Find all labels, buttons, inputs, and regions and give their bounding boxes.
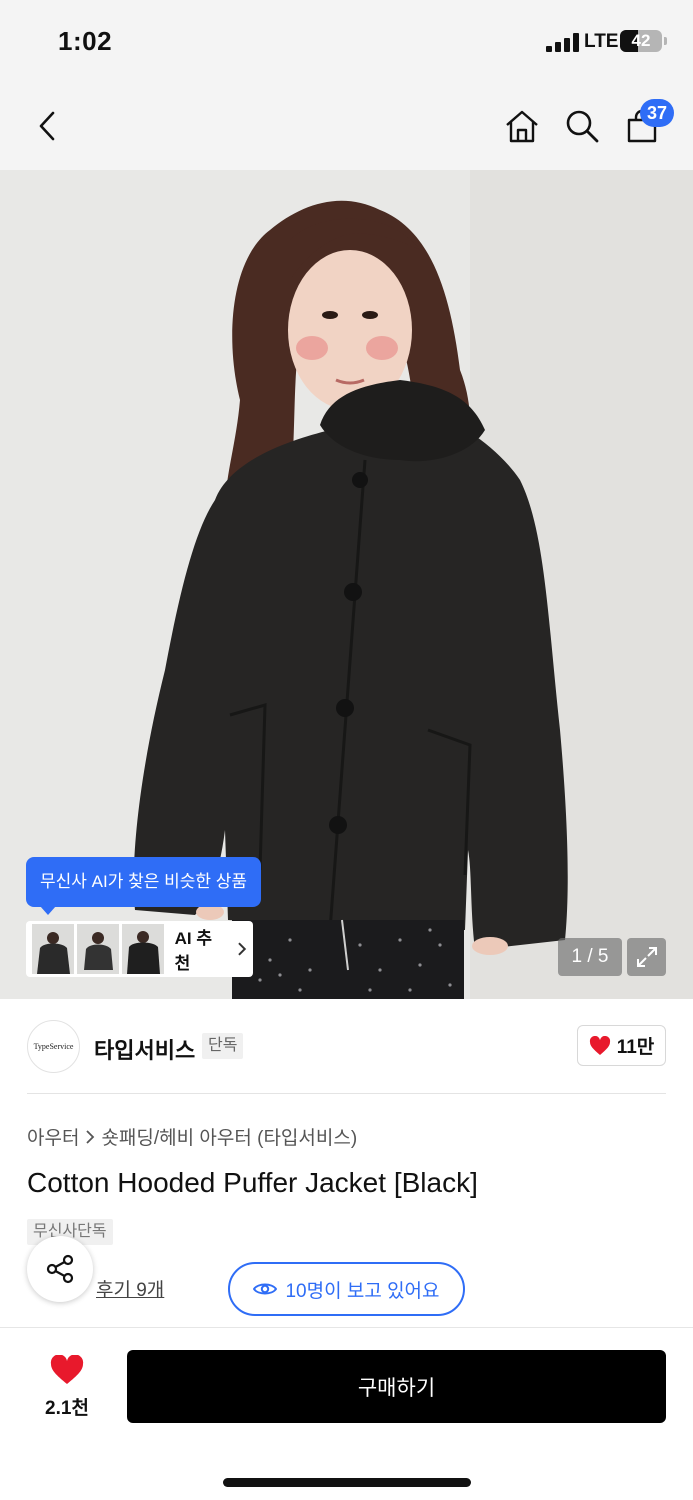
- breadcrumb-category[interactable]: 아우터: [27, 1123, 79, 1150]
- back-icon: [39, 111, 55, 141]
- ai-thumbnail: [32, 924, 74, 974]
- like-button[interactable]: 2.1천: [30, 1352, 104, 1422]
- ai-thumbnail: [76, 924, 119, 974]
- brand-name[interactable]: 타입서비스: [94, 1033, 195, 1065]
- battery-icon: 42: [620, 30, 662, 52]
- nav-bar: [0, 86, 693, 170]
- breadcrumb-subcategory[interactable]: 숏패딩/헤비 아우터 (타입서비스): [101, 1123, 357, 1150]
- heart-icon: [589, 1035, 610, 1055]
- signal-icon: [546, 32, 580, 52]
- ai-thumbnail: [121, 924, 164, 974]
- chevron-right-icon: [238, 942, 247, 956]
- back-button[interactable]: [26, 104, 70, 148]
- share-button[interactable]: [27, 1236, 93, 1302]
- reviews-link[interactable]: 후기 9개: [96, 1275, 164, 1302]
- viewing-now-badge: 10명이 보고 있어요: [228, 1262, 465, 1316]
- brand-like-count: 11만: [616, 1037, 655, 1058]
- brand-row[interactable]: TypeService 타입서비스 단독 11만: [0, 999, 693, 1094]
- like-count: 2.1천: [45, 1397, 89, 1419]
- home-icon: [506, 110, 538, 143]
- heart-icon: [50, 1354, 84, 1384]
- search-button[interactable]: [560, 104, 604, 148]
- ai-recommend-button[interactable]: AI 추천: [26, 921, 253, 977]
- battery-tip: [664, 37, 667, 45]
- brand-like-button[interactable]: 11만: [577, 1025, 666, 1066]
- expand-icon: [636, 947, 657, 967]
- network-label: LTE: [584, 31, 619, 52]
- breadcrumb: 아우터 숏패딩/헤비 아우터 (타입서비스): [27, 1123, 357, 1150]
- ai-similar-tooltip[interactable]: 무신사 AI가 찾은 비슷한 상품: [26, 857, 261, 915]
- product-title: Cotton Hooded Puffer Jacket [Black]: [27, 1167, 478, 1198]
- status-bar: 1:02 LTE 42: [0, 0, 693, 86]
- search-icon: [566, 110, 599, 143]
- viewing-text: 10명이 보고 있어요: [285, 1280, 440, 1302]
- home-button[interactable]: [500, 104, 544, 148]
- divider: [27, 1093, 666, 1094]
- share-icon: [46, 1254, 74, 1284]
- eye-icon: [253, 1283, 278, 1295]
- home-indicator: [223, 1478, 471, 1487]
- expand-button[interactable]: [627, 938, 666, 976]
- chevron-right-icon: [86, 1129, 95, 1144]
- brand-logo[interactable]: TypeService: [27, 1020, 80, 1073]
- ai-recommend-label: AI 추천: [174, 929, 212, 973]
- buy-button[interactable]: 구매하기: [127, 1350, 666, 1423]
- status-time: 1:02: [58, 26, 113, 56]
- cart-count-badge: 37: [640, 99, 674, 127]
- brand-exclusive-tag: 단독: [202, 1033, 244, 1059]
- battery-level: 42: [631, 31, 651, 50]
- image-counter: 1 / 5: [558, 938, 622, 976]
- bottom-bar-divider: [0, 1327, 693, 1328]
